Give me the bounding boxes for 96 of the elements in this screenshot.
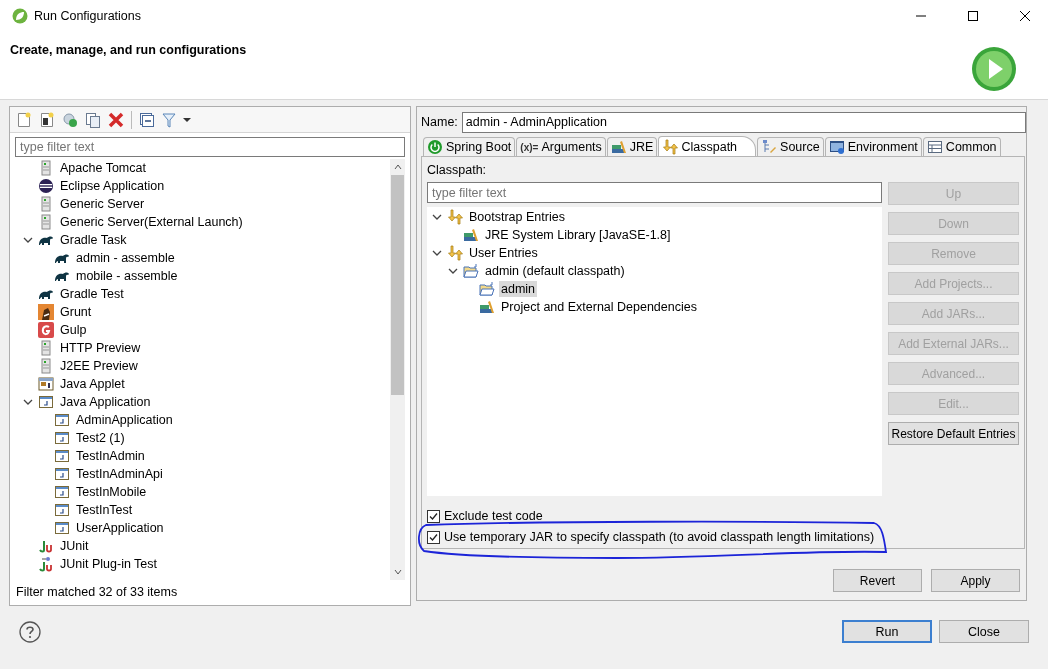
filter-field[interactable]: type filter text: [427, 182, 882, 203]
dialog-button[interactable]: Revert: [833, 569, 922, 592]
name-field[interactable]: admin - AdminApplication: [461, 111, 1026, 133]
status-text: Filter matched 32 of 33 items: [15, 584, 179, 601]
leaf-icon: [12, 8, 28, 24]
tree-item[interactable]: mobile - assemble: [74, 268, 180, 284]
books-icon: [479, 299, 495, 315]
tree-item[interactable]: TestInMobile: [74, 484, 149, 500]
filter-icon[interactable]: [162, 111, 176, 128]
new-document-icon[interactable]: [16, 111, 32, 128]
java-window-icon: [54, 484, 70, 500]
tree-item[interactable]: admin: [499, 281, 538, 297]
arrows-icon: [662, 138, 679, 155]
tree-item[interactable]: Grunt: [58, 304, 94, 320]
tree-item[interactable]: admin (default classpath): [483, 263, 627, 279]
header-title: Create, manage, and run configurations: [10, 43, 248, 57]
classpath-label: Classpath:: [427, 163, 488, 177]
folder-icon: [479, 281, 495, 297]
server-icon: [38, 214, 54, 230]
filter-field[interactable]: type filter text: [15, 137, 405, 157]
help-icon[interactable]: [19, 620, 41, 643]
tree-item[interactable]: Generic Server(External Launch): [58, 214, 245, 230]
tree-item[interactable]: AdminApplication: [74, 412, 175, 428]
tree-item[interactable]: Test2 (1): [74, 430, 127, 446]
tree-item[interactable]: Eclipse Application: [58, 178, 167, 194]
tree-item[interactable]: Bootstrap Entries: [467, 209, 567, 225]
tree-item[interactable]: JUnit Plug-in Test: [58, 556, 160, 572]
tree-item[interactable]: Generic Server: [58, 196, 147, 212]
checkbox-label: Use temporary JAR to specify classpath (to avoid classpath length limitations): [444, 530, 875, 544]
tree-item[interactable]: Gulp: [58, 322, 89, 338]
hierarchy-icon: [761, 139, 778, 155]
gulp-tile-icon: [38, 322, 54, 338]
tree-item[interactable]: J2EE Preview: [58, 358, 140, 374]
java-window-icon: [54, 448, 70, 464]
java-window-icon: [54, 430, 70, 446]
dialog-button[interactable]: Apply: [931, 569, 1020, 592]
tab[interactable]: Environment: [824, 137, 922, 156]
tree-item[interactable]: Java Application: [58, 394, 153, 410]
tree-item[interactable]: admin - assemble: [74, 250, 177, 266]
dialog-button[interactable]: Run: [842, 620, 932, 643]
tab[interactable]: Classpath: [658, 136, 757, 156]
applet-icon: [38, 376, 54, 392]
eclipse-icon: [38, 178, 54, 194]
tree-item[interactable]: Gradle Test: [58, 286, 126, 302]
scrollbar[interactable]: [390, 159, 405, 580]
dialog-button[interactable]: Close: [939, 620, 1029, 643]
delete-icon[interactable]: [108, 111, 124, 128]
tree-item[interactable]: UserApplication: [74, 520, 166, 536]
new-prototype-icon[interactable]: [39, 111, 55, 128]
tree-item[interactable]: TestInAdminApi: [74, 466, 165, 482]
power-icon: [427, 139, 443, 155]
arrows-icon: [447, 209, 463, 225]
folder-icon: [463, 263, 479, 279]
tree-item[interactable]: Project and External Dependencies: [499, 299, 699, 315]
tab[interactable]: (x)= Arguments: [516, 137, 606, 156]
tree-item[interactable]: TestInAdmin: [74, 448, 147, 464]
tree-item[interactable]: Gradle Task: [58, 232, 129, 248]
arrows-icon: [447, 245, 463, 261]
window-title: Run Configurations: [34, 9, 141, 23]
name-label: Name:: [421, 115, 458, 129]
server-icon: [38, 196, 54, 212]
tree-item[interactable]: JRE System Library [JavaSE-1.8]: [483, 227, 673, 243]
tab[interactable]: JRE: [606, 137, 658, 156]
tab[interactable]: Spring Boot: [423, 137, 516, 156]
tree-item[interactable]: User Entries: [467, 245, 540, 261]
duplicate-icon[interactable]: [85, 111, 101, 128]
server-icon: [38, 160, 54, 176]
java-window-icon: [54, 466, 70, 482]
maximize-icon[interactable]: [967, 10, 979, 22]
server-icon: [38, 340, 54, 356]
table-icon: [926, 139, 943, 155]
tree-item[interactable]: HTTP Preview: [58, 340, 143, 356]
tab[interactable]: Source: [757, 137, 824, 156]
java-window-icon: [54, 502, 70, 518]
checkbox[interactable]: [427, 530, 440, 544]
tab[interactable]: Common: [922, 137, 1001, 156]
checkbox[interactable]: [427, 509, 440, 523]
tree-item[interactable]: Java Applet: [58, 376, 127, 392]
java-window-icon: [38, 394, 54, 410]
collapse-all-icon[interactable]: [139, 111, 155, 128]
tree-item[interactable]: Apache Tomcat: [58, 160, 148, 176]
monitor-icon: [828, 139, 845, 155]
books-icon: [610, 139, 627, 155]
books-icon: [463, 227, 479, 243]
tree-item[interactable]: TestInTest: [74, 502, 135, 518]
server-icon: [38, 358, 54, 374]
java-window-icon: [54, 412, 70, 428]
run-icon: [971, 46, 1017, 92]
junit-plugin-icon: [38, 556, 54, 572]
java-window-icon: [54, 520, 70, 536]
tree-item[interactable]: JUnit: [58, 538, 91, 554]
checkbox-label: Exclude test code: [444, 509, 543, 523]
variables-icon: (x)=: [520, 141, 539, 153]
close-icon[interactable]: [1019, 10, 1031, 22]
side-button[interactable]: Restore Default Entries: [888, 422, 1019, 445]
junit-icon: [38, 538, 54, 554]
